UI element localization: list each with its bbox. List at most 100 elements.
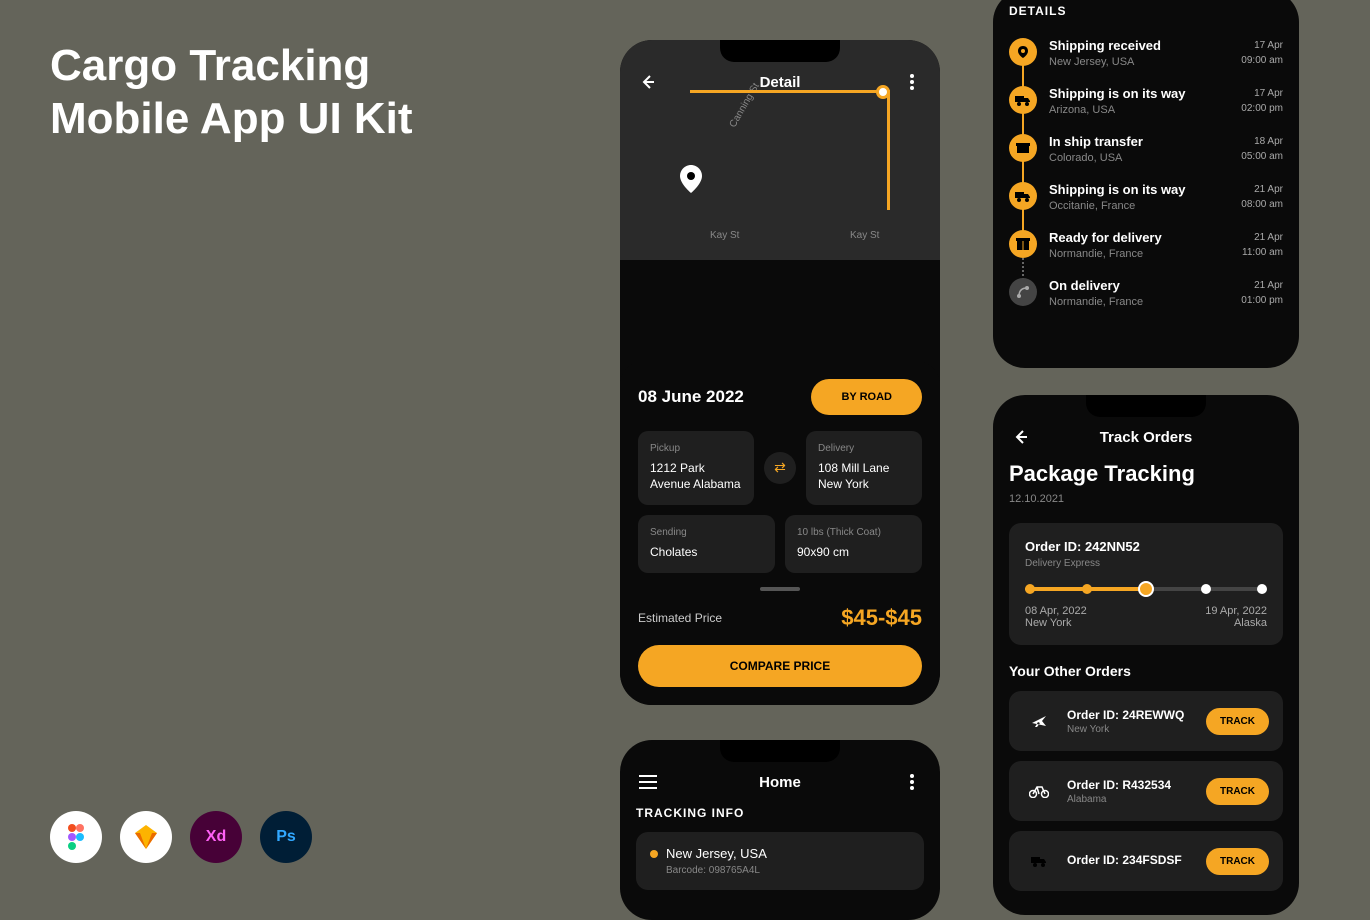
truck-icon: [1023, 845, 1055, 877]
phone-track-orders: Track Orders Package Tracking 12.10.2021…: [993, 395, 1299, 915]
tracking-info-card[interactable]: New Jersey, USA Barcode: 098765A4L: [636, 832, 924, 890]
timeline-sub: Normandie, France: [1049, 248, 1230, 260]
sending-value: Cholates: [650, 544, 763, 561]
timeline-title: Shipping is on its way: [1049, 86, 1229, 101]
pickup-card[interactable]: Pickup 1212 Park Avenue Alabama: [638, 431, 754, 506]
timeline-item[interactable]: Shipping is on its way Arizona, USA 17 A…: [1009, 86, 1283, 116]
sketch-icon: [120, 811, 172, 863]
other-order-card[interactable]: Order ID: 24REWWQ New York TRACK: [1009, 691, 1283, 751]
truck-icon: [1009, 182, 1037, 210]
phone-detail: Detail Canning St Kay St Kay St 08 June …: [620, 40, 940, 705]
pin-icon: [1009, 38, 1037, 66]
timeline-list: DETAILS Shipping received New Jersey, US…: [993, 0, 1299, 340]
timeline-date: 17 Apr02:00 pm: [1241, 86, 1283, 116]
back-icon[interactable]: [636, 70, 660, 94]
progress-dot: [1025, 584, 1035, 594]
other-order-id: Order ID: R432534: [1067, 778, 1194, 792]
timeline-sub: Normandie, France: [1049, 296, 1229, 308]
timeline-sub: Colorado, USA: [1049, 152, 1229, 164]
timeline-title: On delivery: [1049, 278, 1229, 293]
timeline-item[interactable]: Shipping received New Jersey, USA 17 Apr…: [1009, 38, 1283, 68]
order-carrier: Delivery Express: [1025, 558, 1267, 569]
delivery-card[interactable]: Delivery 108 Mill Lane New York: [806, 431, 922, 506]
xd-icon: Xd: [190, 811, 242, 863]
photoshop-icon: Ps: [260, 811, 312, 863]
timeline-item[interactable]: Shipping is on its way Occitanie, France…: [1009, 182, 1283, 212]
street-label: Kay St: [710, 230, 739, 241]
notch: [1086, 395, 1206, 417]
price-label: Estimated Price: [638, 611, 722, 625]
timeline-sub: Occitanie, France: [1049, 200, 1229, 212]
header-title: Track Orders: [1033, 429, 1259, 446]
timeline-item[interactable]: On delivery Normandie, France 21 Apr01:0…: [1009, 278, 1283, 308]
back-icon[interactable]: [1009, 425, 1033, 449]
timeline-date: 21 Apr11:00 am: [1242, 230, 1283, 260]
progress-dot-current: [1138, 581, 1154, 597]
by-road-button[interactable]: BY ROAD: [811, 379, 922, 415]
sending-label: Sending: [650, 527, 763, 538]
to-loc: Alaska: [1205, 617, 1267, 629]
plane-icon: [1023, 705, 1055, 737]
detail-sheet: 08 June 2022 BY ROAD Pickup 1212 Park Av…: [620, 361, 940, 705]
timeline-sub: New Jersey, USA: [1049, 56, 1229, 68]
pickup-value: 1212 Park Avenue Alabama: [650, 460, 742, 494]
track-button[interactable]: TRACK: [1206, 778, 1269, 805]
street-label: Kay St: [850, 230, 879, 241]
timeline-title: Shipping received: [1049, 38, 1229, 53]
other-order-loc: New York: [1067, 724, 1194, 735]
package-tracking-title: Package Tracking: [1009, 461, 1283, 487]
other-order-card[interactable]: Order ID: R432534 Alabama TRACK: [1009, 761, 1283, 821]
timeline-date: 21 Apr08:00 am: [1241, 182, 1283, 212]
progress-dot: [1257, 584, 1267, 594]
more-icon[interactable]: [900, 70, 924, 94]
package-icon: [1009, 230, 1037, 258]
other-order-id: Order ID: 24REWWQ: [1067, 708, 1194, 722]
timeline-date: 17 Apr09:00 am: [1241, 38, 1283, 68]
route-icon: [1009, 278, 1037, 306]
timeline-item[interactable]: Ready for delivery Normandie, France 21 …: [1009, 230, 1283, 260]
timeline-sub: Arizona, USA: [1049, 104, 1229, 116]
timeline-title: Shipping is on its way: [1049, 182, 1229, 197]
delivery-value: 108 Mill Lane New York: [818, 460, 910, 494]
route-line: [690, 90, 890, 210]
more-icon[interactable]: [900, 770, 924, 794]
to-date: 19 Apr, 2022: [1205, 605, 1267, 617]
other-order-id: Order ID: 234FSDSF: [1067, 853, 1194, 867]
dimensions-card[interactable]: 10 lbs (Thick Coat) 90x90 cm: [785, 515, 922, 573]
box-icon: [1009, 134, 1037, 162]
other-orders-heading: Your Other Orders: [993, 663, 1299, 691]
drag-handle[interactable]: [760, 587, 800, 591]
figma-icon: [50, 811, 102, 863]
map-area[interactable]: Detail Canning St Kay St Kay St: [620, 40, 940, 260]
header-title: Home: [660, 774, 900, 791]
title-area: Cargo Tracking Mobile App UI Kit: [50, 40, 413, 146]
package-date: 12.10.2021: [1009, 493, 1283, 505]
sending-card[interactable]: Sending Cholates: [638, 515, 775, 573]
notch: [720, 40, 840, 62]
location-dot-icon: [650, 850, 658, 858]
from-date: 08 Apr, 2022: [1025, 605, 1087, 617]
track-button[interactable]: TRACK: [1206, 848, 1269, 875]
bike-icon: [1023, 775, 1055, 807]
compare-price-button[interactable]: COMPARE PRICE: [638, 645, 922, 687]
tracking-info-heading: TRACKING INFO: [620, 806, 940, 832]
barcode-text: Barcode: 098765A4L: [666, 865, 910, 876]
title-line-2: Mobile App UI Kit: [50, 93, 413, 146]
menu-icon[interactable]: [636, 770, 660, 794]
dims-value: 90x90 cm: [797, 544, 910, 561]
phone-timeline: DETAILS Shipping received New Jersey, US…: [993, 0, 1299, 368]
notch: [720, 740, 840, 762]
from-loc: New York: [1025, 617, 1087, 629]
other-order-card[interactable]: Order ID: 234FSDSF TRACK: [1009, 831, 1283, 891]
swap-icon[interactable]: ⇄: [764, 452, 796, 484]
dims-label: 10 lbs (Thick Coat): [797, 527, 910, 538]
timeline-title: Ready for delivery: [1049, 230, 1230, 245]
price-value: $45-$45: [841, 605, 922, 631]
current-order-card[interactable]: Order ID: 242NN52 Delivery Express 08 Ap…: [1009, 523, 1283, 645]
other-order-loc: Alabama: [1067, 794, 1194, 805]
timeline-item[interactable]: In ship transfer Colorado, USA 18 Apr05:…: [1009, 134, 1283, 164]
order-id: Order ID: 242NN52: [1025, 539, 1267, 554]
track-button[interactable]: TRACK: [1206, 708, 1269, 735]
progress-dot: [1201, 584, 1211, 594]
tool-icons-row: Xd Ps: [50, 811, 312, 863]
